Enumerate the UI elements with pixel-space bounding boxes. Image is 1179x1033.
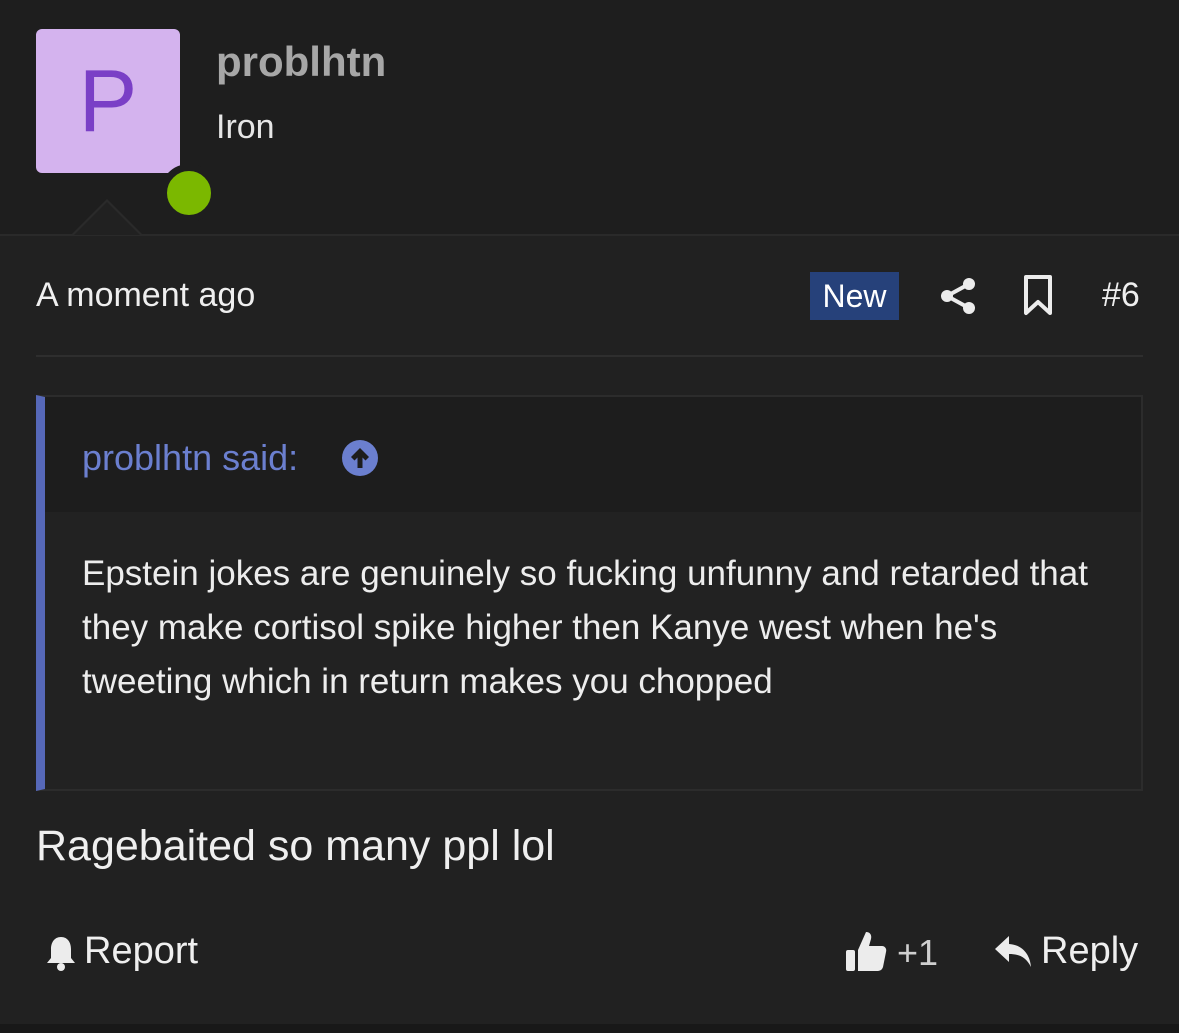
quote-author-link[interactable]: problhtn said: xyxy=(82,437,298,479)
post-message: Ragebaited so many ppl lol xyxy=(36,822,555,870)
caret-pointer xyxy=(74,202,140,235)
bookmark-icon[interactable] xyxy=(1020,274,1056,316)
avatar[interactable]: P xyxy=(36,29,218,222)
post-author-header: P problhtn Iron xyxy=(0,0,1179,236)
online-status-indicator xyxy=(160,164,218,222)
avatar-initial: P xyxy=(78,51,138,150)
share-icon[interactable] xyxy=(938,276,978,316)
post-number-link[interactable]: #6 xyxy=(1102,276,1140,315)
username[interactable]: problhtn xyxy=(216,38,386,86)
arrow-up-circle-icon[interactable] xyxy=(341,439,379,477)
bottom-divider xyxy=(0,1024,1179,1033)
thumbs-up-icon[interactable] xyxy=(844,928,888,974)
quote-text: Epstein jokes are genuinely so fucking u… xyxy=(82,554,1088,701)
user-title: Iron xyxy=(216,108,275,146)
post-timestamp[interactable]: A moment ago xyxy=(36,276,255,315)
bell-icon[interactable] xyxy=(44,934,78,972)
reply-button[interactable]: Reply xyxy=(1041,930,1138,973)
new-badge: New xyxy=(810,272,899,320)
report-button[interactable]: Report xyxy=(84,930,198,973)
quote-header: problhtn said: xyxy=(45,397,1141,512)
like-count[interactable]: +1 xyxy=(897,932,938,974)
reply-icon[interactable] xyxy=(993,934,1033,970)
quote-block: problhtn said: Epstein jokes are genuine… xyxy=(36,395,1143,791)
divider xyxy=(36,355,1143,357)
